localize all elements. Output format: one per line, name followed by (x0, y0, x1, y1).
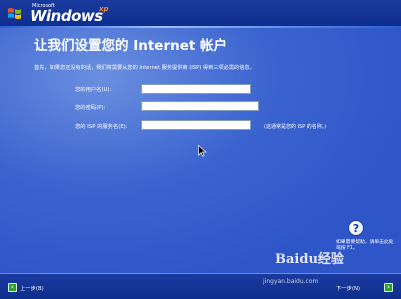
password-label: 您的密码(P): (75, 105, 106, 111)
bottom-navigation-bar: ‹ 上一步(B) 下一步(N) › (0, 273, 401, 299)
isp-service-name-label: 您的 ISP 的服务名(E): (75, 124, 128, 130)
username-input[interactable] (141, 84, 251, 94)
isp-service-name-input[interactable] (141, 120, 251, 130)
windows-flag-icon (7, 8, 22, 20)
isp-hint-text: (这通常是您的 ISP 的名称。) (264, 124, 327, 130)
back-arrow-icon[interactable]: ‹ (8, 283, 17, 292)
username-label: 您的用户名(U): (75, 87, 112, 93)
logo-windows-text: Windows (30, 7, 103, 25)
page-intro-text: 首先，如果您还没有的话，我们将需要从您的 Internet 服务提供商 (ISP… (34, 65, 255, 71)
help-question-icon[interactable]: ? (348, 220, 364, 236)
help-text: 如果需要帮助，请单击此处或按 F1。 (336, 240, 394, 251)
next-button[interactable]: 下一步(N) (336, 284, 360, 292)
page-title: 让我们设置您的 Internet 帐户 (34, 38, 228, 54)
back-button[interactable]: 上一步(B) (20, 284, 44, 292)
logo-xp-text: xp (99, 5, 109, 13)
password-input[interactable] (141, 101, 259, 111)
mouse-cursor-icon (198, 145, 207, 157)
next-arrow-icon[interactable]: › (384, 283, 393, 292)
top-banner: Microsoft Windows xp (0, 0, 401, 26)
